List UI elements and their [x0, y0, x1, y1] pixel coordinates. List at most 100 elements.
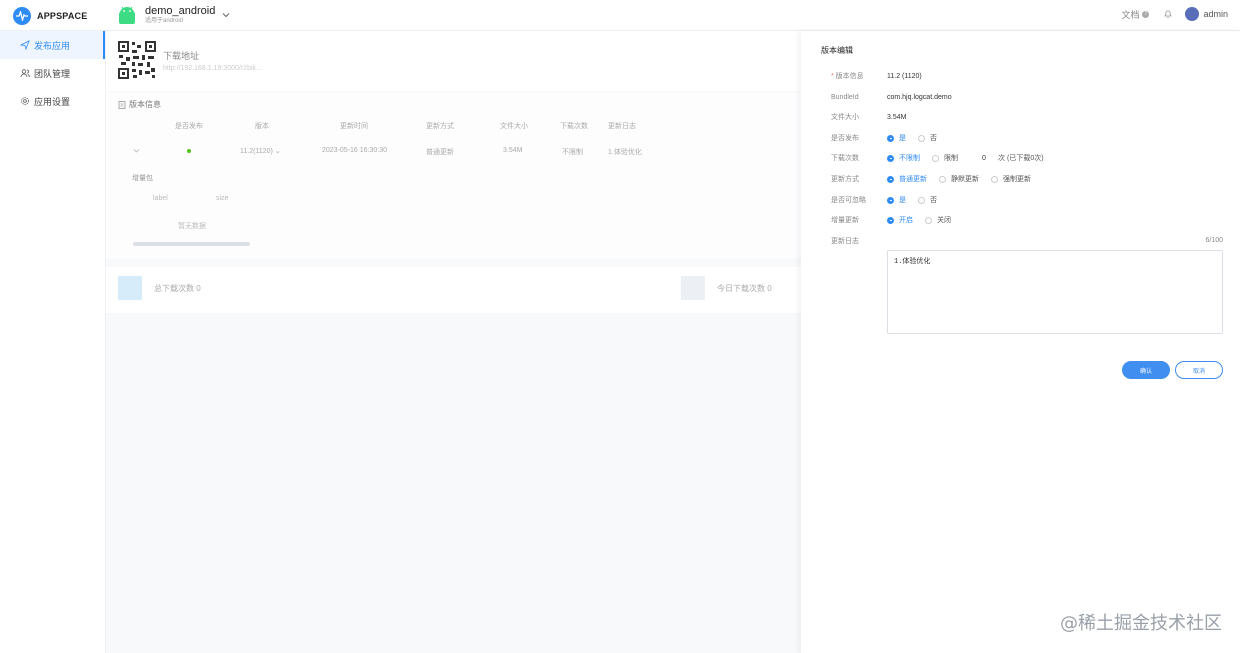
- user-name[interactable]: admin: [1203, 9, 1228, 19]
- form-row-bundle: BundleId com.hjq.logcat.demo: [801, 90, 1240, 104]
- version-heading: 版本信息: [129, 100, 161, 109]
- confirm-button[interactable]: 确认: [1122, 361, 1170, 379]
- qr-code[interactable]: [118, 41, 156, 79]
- brand-name: APPSPACE: [37, 11, 88, 21]
- updated-cell: 2023-05-16 16:30:30: [322, 147, 387, 154]
- form-row-log: 更新日志: [801, 234, 1240, 248]
- mode-force-radio[interactable]: 强制更新: [991, 174, 1031, 184]
- docs-label: 文档: [1121, 9, 1140, 20]
- sidebar-item-settings[interactable]: 应用设置: [0, 87, 105, 115]
- cancel-button[interactable]: 取消: [1175, 361, 1223, 379]
- form-row-mode: 更新方式 普通更新 静默更新 强制更新: [801, 172, 1240, 186]
- app-name: demo_android: [145, 5, 216, 17]
- downloads-unlimited-radio[interactable]: 不限制: [887, 153, 920, 163]
- avatar[interactable]: [1185, 7, 1200, 21]
- field-label: 增量更新: [831, 217, 859, 224]
- docs-link[interactable]: 文档 !: [1121, 8, 1150, 21]
- sidebar: 发布应用 团队管理 应用设置: [0, 31, 106, 653]
- team-icon: [20, 69, 30, 78]
- column-header: 更新时间: [340, 123, 368, 130]
- column-header: 更新方式: [426, 123, 454, 130]
- top-bar: APPSPACE demo_android 适用于android 文档 ! ad…: [0, 0, 1240, 31]
- ignore-yes-radio[interactable]: 是: [887, 195, 906, 205]
- size-cell: 3.54M: [503, 147, 523, 154]
- version-cell[interactable]: 11.2(1120) ⌄: [240, 147, 281, 155]
- column-header: label: [153, 195, 168, 202]
- sidebar-item-publish[interactable]: 发布应用: [0, 31, 105, 59]
- horizontal-scrollbar[interactable]: [133, 242, 250, 246]
- field-label: 更新日志: [831, 238, 859, 245]
- sidebar-item-team[interactable]: 团队管理: [0, 59, 105, 87]
- chevron-down-icon: [222, 13, 230, 18]
- mode-silent-radio[interactable]: 静默更新: [939, 174, 979, 184]
- publish-yes-radio[interactable]: 是: [887, 133, 906, 143]
- publish-no-radio[interactable]: 否: [918, 133, 937, 143]
- mode-cell: 普通更新: [426, 149, 454, 156]
- main-content: 下载地址 http://192.168.1.19:3000/r2bik... 版…: [106, 31, 801, 653]
- form-row-ignore: 是否可忽略 是 否: [801, 193, 1240, 207]
- version-edit-drawer: 版本编辑 * 版本信息 11.2 (1120) BundleId com.hjq…: [801, 31, 1240, 653]
- empty-state: 暂无数据: [178, 223, 206, 230]
- download-limit-input[interactable]: [972, 152, 996, 164]
- version-value: 11.2 (1120): [887, 72, 922, 80]
- drawer-title: 版本编辑: [821, 46, 853, 55]
- stat-icon: [118, 276, 142, 300]
- download-stats: 总下载次数 0 今日下载次数 0: [106, 267, 801, 313]
- app-switcher[interactable]: demo_android 适用于android: [117, 5, 231, 25]
- download-url[interactable]: http://192.168.1.19:3000/r2bik...: [163, 65, 262, 72]
- column-header: 更新日志: [608, 123, 636, 130]
- field-label: 更新方式: [831, 176, 859, 183]
- sidebar-item-label: 发布应用: [34, 40, 71, 51]
- field-label: 是否可忽略: [831, 197, 866, 204]
- char-counter: 6/100: [1205, 237, 1223, 244]
- android-icon: [119, 6, 135, 24]
- form-row-size: 文件大小 3.54M: [801, 110, 1240, 124]
- sidebar-item-label: 团队管理: [34, 68, 71, 79]
- total-downloads: 总下载次数 0: [118, 276, 201, 300]
- downloads-note: (已下载0次): [1007, 155, 1044, 162]
- bell-icon[interactable]: [1163, 9, 1173, 19]
- column-header: 下载次数: [560, 123, 588, 130]
- field-label: 文件大小: [831, 114, 859, 121]
- today-downloads: 今日下载次数 0: [681, 276, 772, 300]
- changelog-textarea[interactable]: 1.体验优化: [887, 250, 1223, 334]
- version-section-title: 版本信息: [118, 99, 161, 110]
- ignore-no-radio[interactable]: 否: [918, 195, 937, 205]
- status-dot: [187, 149, 191, 153]
- document-icon: [118, 100, 126, 109]
- info-icon: !: [1142, 10, 1150, 18]
- field-label: BundleId: [831, 93, 859, 101]
- log-cell: 1.体验优化: [608, 149, 642, 156]
- bundle-value: com.hjq.logcat.demo: [887, 93, 952, 101]
- downloads-cell: 不限制: [562, 149, 583, 156]
- delta-off-radio[interactable]: 关闭: [925, 215, 951, 225]
- gear-icon: [21, 97, 29, 105]
- form-row-downloads: 下载次数 不限制 限制 次 (已下载0次): [801, 151, 1240, 165]
- version-table-section: 版本信息 是否发布 版本 更新时间 更新方式 文件大小 下载次数 更新日志 11…: [106, 93, 801, 259]
- column-header: 版本: [255, 123, 269, 130]
- size-value: 3.54M: [887, 113, 907, 121]
- delta-package-title: 增量包: [132, 175, 153, 182]
- mode-normal-radio[interactable]: 普通更新: [887, 174, 927, 184]
- field-label: 下载次数: [831, 155, 859, 162]
- field-label: 是否发布: [831, 135, 859, 142]
- column-header: 是否发布: [175, 123, 203, 130]
- expand-row-icon[interactable]: [133, 147, 140, 154]
- form-row-publish: 是否发布 是 否: [801, 131, 1240, 145]
- downloads-limit-radio[interactable]: 限制: [932, 153, 958, 163]
- stat-icon: [681, 276, 705, 300]
- delta-on-radio[interactable]: 开启: [887, 215, 913, 225]
- brand-logo[interactable]: APPSPACE: [13, 7, 87, 25]
- pulse-icon: [13, 7, 31, 25]
- watermark: @稀土掘金技术社区: [1060, 613, 1222, 634]
- app-platform: 适用于android: [145, 18, 184, 24]
- download-title: 下载地址: [163, 51, 200, 61]
- send-icon: [20, 40, 30, 50]
- download-card: 下载地址 http://192.168.1.19:3000/r2bik...: [106, 31, 801, 91]
- sidebar-item-label: 应用设置: [34, 96, 71, 107]
- column-header: size: [216, 195, 229, 202]
- column-header: 文件大小: [500, 123, 528, 130]
- downloads-unit: 次: [998, 155, 1005, 162]
- form-row-delta: 增量更新 开启 关闭: [801, 213, 1240, 227]
- field-label: * 版本信息: [831, 73, 864, 80]
